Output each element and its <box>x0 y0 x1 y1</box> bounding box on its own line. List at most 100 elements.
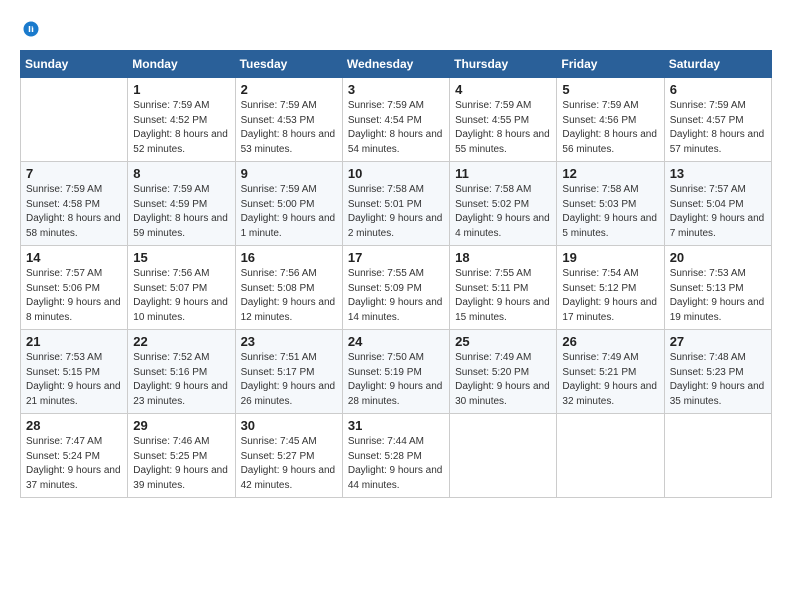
day-number: 11 <box>455 166 551 181</box>
calendar-cell: 25 Sunrise: 7:49 AMSunset: 5:20 PMDayligh… <box>450 330 557 414</box>
week-row-2: 14Sunrise: 7:57 AMSunset: 5:06 PMDayligh… <box>21 246 772 330</box>
calendar-cell: 11 Sunrise: 7:58 AMSunset: 5:02 PMDayligh… <box>450 162 557 246</box>
week-row-3: 21Sunrise: 7:53 AMSunset: 5:15 PMDayligh… <box>21 330 772 414</box>
header <box>20 20 772 38</box>
day-info: Sunrise: 7:44 AMSunset: 5:28 PMDaylight:… <box>348 435 444 493</box>
day-number: 5 <box>562 82 658 97</box>
calendar-cell: 27 Sunrise: 7:48 AMSunset: 5:23 PMDayligh… <box>664 330 771 414</box>
day-info: Sunrise: 7:59 AMSunset: 4:55 PMDaylight:… <box>455 99 551 157</box>
calendar-cell: 3 Sunrise: 7:59 AMSunset: 4:54 PMDaylight… <box>342 78 449 162</box>
day-info: Sunrise: 7:57 AMSunset: 5:06 PMDaylight:… <box>26 267 122 325</box>
calendar-cell <box>21 78 128 162</box>
calendar-cell: 6 Sunrise: 7:59 AMSunset: 4:57 PMDaylight… <box>664 78 771 162</box>
day-info: Sunrise: 7:55 AMSunset: 5:11 PMDaylight:… <box>455 267 551 325</box>
day-info: Sunrise: 7:50 AMSunset: 5:19 PMDaylight:… <box>348 351 444 409</box>
day-number: 26 <box>562 334 658 349</box>
calendar-cell: 2Sunrise: 7:59 AMSunset: 4:53 PMDaylight… <box>235 78 342 162</box>
calendar-cell: 8 Sunrise: 7:59 AMSunset: 4:59 PMDaylight… <box>128 162 235 246</box>
calendar-cell: 21Sunrise: 7:53 AMSunset: 5:15 PMDayligh… <box>21 330 128 414</box>
day-number: 13 <box>670 166 766 181</box>
day-number: 28 <box>26 418 122 433</box>
day-info: Sunrise: 7:46 AMSunset: 5:25 PMDaylight:… <box>133 435 229 493</box>
day-number: 25 <box>455 334 551 349</box>
day-number: 8 <box>133 166 229 181</box>
calendar-cell: 20 Sunrise: 7:53 AMSunset: 5:13 PMDayligh… <box>664 246 771 330</box>
calendar-cell: 16 Sunrise: 7:56 AMSunset: 5:08 PMDayligh… <box>235 246 342 330</box>
day-number: 4 <box>455 82 551 97</box>
calendar-cell: 29 Sunrise: 7:46 AMSunset: 5:25 PMDayligh… <box>128 414 235 498</box>
day-number: 29 <box>133 418 229 433</box>
day-number: 17 <box>348 250 444 265</box>
day-info: Sunrise: 7:58 AMSunset: 5:01 PMDaylight:… <box>348 183 444 241</box>
header-sunday: Sunday <box>21 51 128 78</box>
day-info: Sunrise: 7:59 AMSunset: 4:54 PMDaylight:… <box>348 99 444 157</box>
day-number: 19 <box>562 250 658 265</box>
day-number: 3 <box>348 82 444 97</box>
calendar-cell <box>450 414 557 498</box>
day-number: 10 <box>348 166 444 181</box>
calendar-cell: 14Sunrise: 7:57 AMSunset: 5:06 PMDayligh… <box>21 246 128 330</box>
calendar-cell: 13 Sunrise: 7:57 AMSunset: 5:04 PMDayligh… <box>664 162 771 246</box>
day-info: Sunrise: 7:56 AMSunset: 5:08 PMDaylight:… <box>241 267 337 325</box>
calendar-cell: 19 Sunrise: 7:54 AMSunset: 5:12 PMDayligh… <box>557 246 664 330</box>
day-number: 6 <box>670 82 766 97</box>
calendar-cell: 10 Sunrise: 7:58 AMSunset: 5:01 PMDayligh… <box>342 162 449 246</box>
day-info: Sunrise: 7:47 AMSunset: 5:24 PMDaylight:… <box>26 435 122 493</box>
day-number: 20 <box>670 250 766 265</box>
calendar-cell <box>664 414 771 498</box>
day-number: 27 <box>670 334 766 349</box>
header-wednesday: Wednesday <box>342 51 449 78</box>
day-number: 7 <box>26 166 122 181</box>
week-row-0: 1 Sunrise: 7:59 AMSunset: 4:52 PMDaylight… <box>21 78 772 162</box>
day-info: Sunrise: 7:55 AMSunset: 5:09 PMDaylight:… <box>348 267 444 325</box>
calendar-cell: 18 Sunrise: 7:55 AMSunset: 5:11 PMDayligh… <box>450 246 557 330</box>
day-info: Sunrise: 7:53 AMSunset: 5:15 PMDaylight:… <box>26 351 122 409</box>
day-number: 12 <box>562 166 658 181</box>
day-info: Sunrise: 7:49 AMSunset: 5:20 PMDaylight:… <box>455 351 551 409</box>
calendar-page: Sunday Monday Tuesday Wednesday Thursday… <box>0 0 792 612</box>
day-number: 18 <box>455 250 551 265</box>
calendar-cell: 23 Sunrise: 7:51 AMSunset: 5:17 PMDayligh… <box>235 330 342 414</box>
day-info: Sunrise: 7:56 AMSunset: 5:07 PMDaylight:… <box>133 267 229 325</box>
day-number: 22 <box>133 334 229 349</box>
calendar-cell: 28 Sunrise: 7:47 AMSunset: 5:24 PMDayligh… <box>21 414 128 498</box>
calendar-cell: 4 Sunrise: 7:59 AMSunset: 4:55 PMDaylight… <box>450 78 557 162</box>
day-number: 24 <box>348 334 444 349</box>
logo-icon <box>22 20 40 38</box>
calendar-cell: 22Sunrise: 7:52 AMSunset: 5:16 PMDayligh… <box>128 330 235 414</box>
day-info: Sunrise: 7:48 AMSunset: 5:23 PMDaylight:… <box>670 351 766 409</box>
calendar-cell: 7 Sunrise: 7:59 AMSunset: 4:58 PMDaylight… <box>21 162 128 246</box>
header-friday: Friday <box>557 51 664 78</box>
header-tuesday: Tuesday <box>235 51 342 78</box>
day-info: Sunrise: 7:49 AMSunset: 5:21 PMDaylight:… <box>562 351 658 409</box>
day-info: Sunrise: 7:59 AMSunset: 4:57 PMDaylight:… <box>670 99 766 157</box>
day-info: Sunrise: 7:51 AMSunset: 5:17 PMDaylight:… <box>241 351 337 409</box>
weekday-header-row: Sunday Monday Tuesday Wednesday Thursday… <box>21 51 772 78</box>
calendar-cell: 26 Sunrise: 7:49 AMSunset: 5:21 PMDayligh… <box>557 330 664 414</box>
day-info: Sunrise: 7:53 AMSunset: 5:13 PMDaylight:… <box>670 267 766 325</box>
day-number: 15 <box>133 250 229 265</box>
calendar-cell: 9Sunrise: 7:59 AMSunset: 5:00 PMDaylight… <box>235 162 342 246</box>
day-info: Sunrise: 7:54 AMSunset: 5:12 PMDaylight:… <box>562 267 658 325</box>
day-number: 23 <box>241 334 337 349</box>
day-info: Sunrise: 7:57 AMSunset: 5:04 PMDaylight:… <box>670 183 766 241</box>
calendar-cell: 5 Sunrise: 7:59 AMSunset: 4:56 PMDaylight… <box>557 78 664 162</box>
day-info: Sunrise: 7:59 AMSunset: 4:58 PMDaylight:… <box>26 183 122 241</box>
calendar-cell: 31Sunrise: 7:44 AMSunset: 5:28 PMDayligh… <box>342 414 449 498</box>
calendar-cell <box>557 414 664 498</box>
calendar-cell: 30Sunrise: 7:45 AMSunset: 5:27 PMDayligh… <box>235 414 342 498</box>
logo <box>20 20 40 38</box>
day-info: Sunrise: 7:59 AMSunset: 4:52 PMDaylight:… <box>133 99 229 157</box>
day-info: Sunrise: 7:59 AMSunset: 4:56 PMDaylight:… <box>562 99 658 157</box>
header-monday: Monday <box>128 51 235 78</box>
calendar-cell: 17 Sunrise: 7:55 AMSunset: 5:09 PMDayligh… <box>342 246 449 330</box>
week-row-1: 7 Sunrise: 7:59 AMSunset: 4:58 PMDaylight… <box>21 162 772 246</box>
header-thursday: Thursday <box>450 51 557 78</box>
calendar-cell: 24 Sunrise: 7:50 AMSunset: 5:19 PMDayligh… <box>342 330 449 414</box>
day-info: Sunrise: 7:58 AMSunset: 5:02 PMDaylight:… <box>455 183 551 241</box>
day-info: Sunrise: 7:59 AMSunset: 4:59 PMDaylight:… <box>133 183 229 241</box>
calendar-cell: 15 Sunrise: 7:56 AMSunset: 5:07 PMDayligh… <box>128 246 235 330</box>
day-number: 9 <box>241 166 337 181</box>
day-number: 16 <box>241 250 337 265</box>
day-number: 1 <box>133 82 229 97</box>
